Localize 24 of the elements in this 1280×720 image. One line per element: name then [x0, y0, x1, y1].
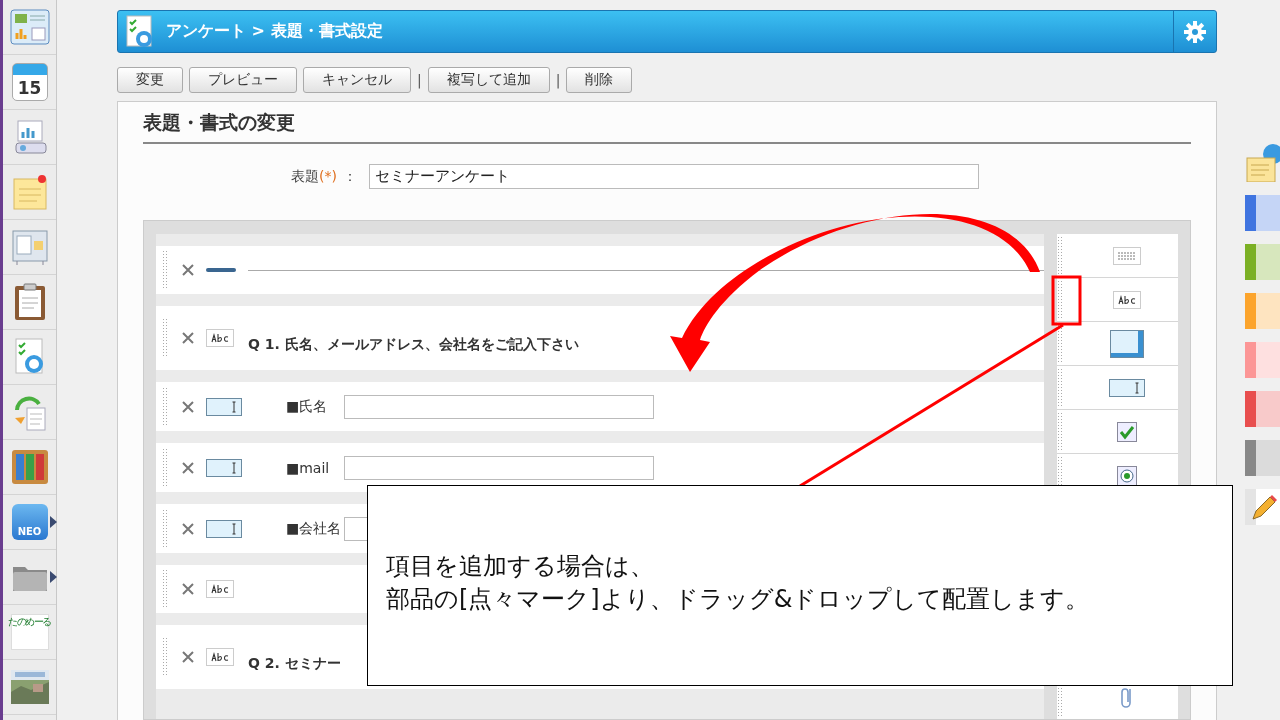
field-label: ■会社名 — [286, 519, 343, 538]
separator: | — [417, 71, 422, 88]
input-row[interactable]: ■氏名 — [156, 382, 1044, 431]
title-input[interactable]: セミナーアンケート — [368, 164, 979, 189]
toolbar-button[interactable]: キャンセル — [303, 66, 411, 93]
calendar-icon[interactable]: 15 — [11, 63, 48, 101]
callout-text: 部品の[点々マーク]より、ドラッグ&ドロップして配置します。 — [386, 584, 1090, 615]
field-label: ■mail — [286, 459, 331, 476]
page-title: アンケート > 表題・書式設定 — [165, 20, 384, 42]
callout-text: 項目を追加する場合は、 — [386, 551, 654, 582]
toolbar-button[interactable]: 複写して追加 — [427, 66, 550, 93]
field-label: 表題(*) — [291, 167, 337, 186]
toolbar-button[interactable]: 変更 — [117, 66, 183, 93]
question-text: Q 2. セミナー — [248, 655, 341, 673]
colon: ： — [342, 167, 357, 186]
separator: | — [555, 71, 561, 88]
field-label: ■氏名 — [286, 397, 329, 416]
section-heading: 表題・書式の変更 — [143, 110, 1191, 144]
toolbar-button[interactable]: 削除 — [566, 66, 633, 93]
toolbar-button[interactable]: プレビュー — [189, 66, 297, 93]
neo-icon[interactable]: NEO — [11, 504, 48, 540]
question-text: Q 1. 氏名、メールアドレス、会社名をご記入下さい — [248, 336, 579, 354]
text-row[interactable]: Q 1. 氏名、メールアドレス、会社名をご記入下さい — [156, 306, 1044, 370]
logo[interactable]: たのめーる — [10, 614, 49, 650]
